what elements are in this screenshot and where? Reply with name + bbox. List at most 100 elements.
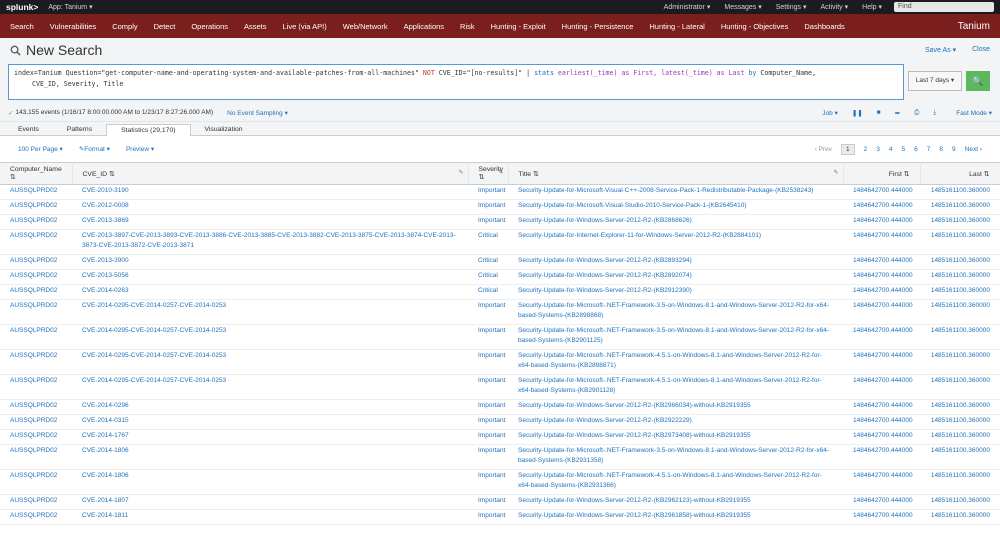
tab-visualization[interactable]: Visualization: [191, 124, 257, 135]
column-header-computer-name[interactable]: Computer_Name ⇅: [0, 162, 73, 185]
cve-id-cell[interactable]: CVE-2014-0295-CVE-2014-0257-CVE-2014-025…: [72, 324, 468, 350]
last-cell[interactable]: 1485161100.360000: [920, 469, 1000, 495]
computer-name-cell[interactable]: AUSSQLPRD02: [0, 444, 72, 470]
title-cell[interactable]: Security-Update-for-Windows-Server-2012-…: [508, 254, 843, 270]
first-cell[interactable]: 1484642700.444000: [843, 199, 920, 215]
severity-cell[interactable]: Important: [468, 374, 508, 400]
cve-id-cell[interactable]: CVE-2014-0295-CVE-2014-0257-CVE-2014-025…: [72, 374, 468, 400]
computer-name-cell[interactable]: AUSSQLPRD02: [0, 429, 72, 445]
computer-name-cell[interactable]: AUSSQLPRD02: [0, 184, 72, 200]
severity-cell[interactable]: Important: [468, 299, 508, 325]
severity-cell[interactable]: Important: [468, 399, 508, 415]
print-icon[interactable]: ⎙: [914, 109, 919, 117]
save-as-button[interactable]: Save As ▾: [925, 46, 956, 54]
title-cell[interactable]: Security-Update-for-Microsoft-.NET-Frame…: [508, 444, 843, 470]
last-cell[interactable]: 1485161100.360000: [920, 214, 1000, 230]
computer-name-cell[interactable]: AUSSQLPRD02: [0, 324, 72, 350]
computer-name-cell[interactable]: AUSSQLPRD02: [0, 349, 72, 375]
first-cell[interactable]: 1484642700.444000: [843, 299, 920, 325]
title-cell[interactable]: Security-Update-for-Windows-Server-2012-…: [508, 399, 843, 415]
title-cell[interactable]: Security-Update-for-Windows-Server-2012-…: [508, 509, 843, 525]
severity-cell[interactable]: Important: [468, 469, 508, 495]
first-cell[interactable]: 1484642700.444000: [843, 284, 920, 300]
messages-menu[interactable]: Messages ▾: [724, 3, 761, 11]
nav-dashboards[interactable]: Dashboards: [804, 22, 844, 31]
prev-page-button[interactable]: ‹ Prev: [815, 146, 832, 153]
nav-hunting-persistence[interactable]: Hunting - Persistence: [562, 22, 634, 31]
first-cell[interactable]: 1484642700.444000: [843, 374, 920, 400]
title-cell[interactable]: Security-Update-for-Windows-Server-2012-…: [508, 414, 843, 430]
search-query-input[interactable]: index=Tanium Question="get-computer-name…: [8, 64, 904, 100]
severity-cell[interactable]: Important: [468, 184, 508, 200]
nav-risk[interactable]: Risk: [460, 22, 475, 31]
title-cell[interactable]: Security-Update-for-Microsoft-.NET-Frame…: [508, 374, 843, 400]
severity-cell[interactable]: Critical: [468, 284, 508, 300]
time-range-picker[interactable]: Last 7 days ▾: [908, 71, 962, 91]
nav-hunting-lateral[interactable]: Hunting - Lateral: [649, 22, 704, 31]
last-cell[interactable]: 1485161100.360000: [920, 429, 1000, 445]
app-menu[interactable]: App: Tanium ▾: [48, 3, 92, 11]
computer-name-cell[interactable]: AUSSQLPRD02: [0, 399, 72, 415]
preview-dropdown[interactable]: Preview ▾: [126, 145, 154, 153]
nav-web-network[interactable]: Web/Network: [343, 22, 388, 31]
cve-id-cell[interactable]: CVE-2014-0296: [72, 399, 468, 415]
nav-live-api[interactable]: Live (via API): [283, 22, 327, 31]
last-cell[interactable]: 1485161100.360000: [920, 229, 1000, 255]
nav-operations[interactable]: Operations: [191, 22, 228, 31]
nav-hunting-exploit[interactable]: Hunting - Exploit: [491, 22, 546, 31]
column-header-first[interactable]: First ⇅: [843, 162, 921, 185]
last-cell[interactable]: 1485161100.360000: [920, 444, 1000, 470]
title-cell[interactable]: Security-Update-for-Windows-Server-2012-…: [508, 284, 843, 300]
cve-id-cell[interactable]: CVE-2012-0008: [72, 199, 468, 215]
admin-menu[interactable]: Administrator ▾: [664, 3, 711, 11]
first-cell[interactable]: 1484642700.444000: [843, 509, 920, 525]
activity-menu[interactable]: Activity ▾: [821, 3, 849, 11]
title-cell[interactable]: Security-Update-for-Windows-Server-2012-…: [508, 429, 843, 445]
pencil-icon[interactable]: ✎: [833, 169, 838, 176]
tab-statistics[interactable]: Statistics (29,170): [106, 124, 191, 136]
severity-cell[interactable]: Important: [468, 349, 508, 375]
severity-cell[interactable]: Important: [468, 429, 508, 445]
nav-hunting-objectives[interactable]: Hunting - Objectives: [721, 22, 789, 31]
last-cell[interactable]: 1485161100.360000: [920, 494, 1000, 510]
title-cell[interactable]: Security-Update-for-Microsoft-.NET-Frame…: [508, 469, 843, 495]
stop-icon[interactable]: ■: [877, 109, 881, 117]
cve-id-cell[interactable]: CVE-2014-1767: [72, 429, 468, 445]
severity-cell[interactable]: Important: [468, 214, 508, 230]
settings-menu[interactable]: Settings ▾: [776, 3, 807, 11]
cve-id-cell[interactable]: CVE-2014-1806: [72, 469, 468, 495]
nav-vulnerabilities[interactable]: Vulnerabilities: [50, 22, 96, 31]
first-cell[interactable]: 1484642700.444000: [843, 254, 920, 270]
job-menu[interactable]: Job ▾: [822, 109, 838, 117]
last-cell[interactable]: 1485161100.360000: [920, 254, 1000, 270]
last-cell[interactable]: 1485161100.360000: [920, 324, 1000, 350]
severity-cell[interactable]: Important: [468, 509, 508, 525]
computer-name-cell[interactable]: AUSSQLPRD02: [0, 254, 72, 270]
cve-id-cell[interactable]: CVE-2013-5056: [72, 269, 468, 285]
page-4[interactable]: 4: [889, 146, 893, 153]
page-5[interactable]: 5: [902, 146, 906, 153]
page-1[interactable]: 1: [841, 143, 855, 155]
first-cell[interactable]: 1484642700.444000: [843, 349, 920, 375]
severity-cell[interactable]: Critical: [468, 254, 508, 270]
title-cell[interactable]: Security-Update-for-Windows-Server-2012-…: [508, 494, 843, 510]
first-cell[interactable]: 1484642700.444000: [843, 444, 920, 470]
last-cell[interactable]: 1485161100.360000: [920, 199, 1000, 215]
first-cell[interactable]: 1484642700.444000: [843, 324, 920, 350]
computer-name-cell[interactable]: AUSSQLPRD02: [0, 229, 72, 255]
nav-detect[interactable]: Detect: [154, 22, 176, 31]
title-cell[interactable]: Security-Update-for-Internet-Explorer-11…: [508, 229, 843, 255]
first-cell[interactable]: 1484642700.444000: [843, 229, 920, 255]
computer-name-cell[interactable]: AUSSQLPRD02: [0, 284, 72, 300]
export-icon[interactable]: ⤓: [933, 109, 936, 117]
title-cell[interactable]: Security-Update-for-Microsoft-.NET-Frame…: [508, 299, 843, 325]
cve-id-cell[interactable]: CVE-2014-0295-CVE-2014-0257-CVE-2014-025…: [72, 349, 468, 375]
severity-cell[interactable]: Important: [468, 444, 508, 470]
title-cell[interactable]: Security-Update-for-Microsoft-Visual-Stu…: [508, 199, 843, 215]
cve-id-cell[interactable]: CVE-2014-0263: [72, 284, 468, 300]
nav-search[interactable]: Search: [10, 22, 34, 31]
nav-comply[interactable]: Comply: [112, 22, 137, 31]
next-page-button[interactable]: Next ›: [965, 146, 982, 153]
per-page-dropdown[interactable]: 100 Per Page ▾: [18, 145, 63, 153]
cve-id-cell[interactable]: CVE-2014-0315: [72, 414, 468, 430]
